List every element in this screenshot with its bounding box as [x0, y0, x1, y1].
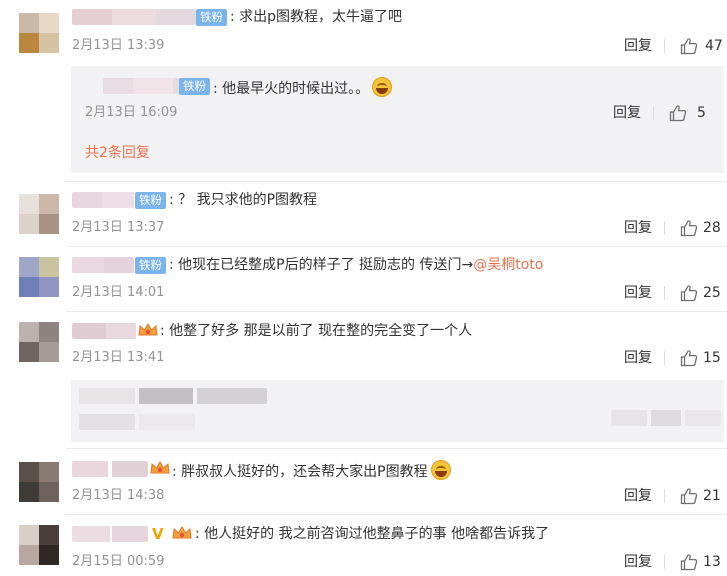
- like-thumb-icon[interactable]: [680, 37, 698, 55]
- comment-text: : 他现在已经整成P后的样子了 挺励志的 传送门→@吴桐toto: [169, 257, 544, 273]
- comment-text: : 他人挺好的 我之前咨询过他整鼻子的事 他啥都告诉我了: [195, 526, 550, 542]
- reply-button[interactable]: 回复: [624, 284, 652, 302]
- comment-time: 2月13日 13:39: [72, 38, 165, 53]
- comment-time: 2月13日 14:38: [72, 488, 165, 503]
- comment-text: : 求出p图教程，太牛逼了吧: [230, 9, 403, 25]
- avatar[interactable]: [19, 462, 59, 502]
- blurred-content: [611, 410, 721, 426]
- divider: [664, 555, 665, 569]
- avatar[interactable]: [19, 322, 59, 362]
- like-count: 28: [703, 220, 721, 236]
- reply-button[interactable]: 回复: [613, 104, 641, 122]
- reply-button[interactable]: 回复: [624, 487, 652, 505]
- reply-button[interactable]: 回复: [624, 37, 652, 55]
- comment-item: 铁粉 : ？ 我只求他的P图教程 2月13日 13:37 回复 28: [0, 182, 727, 245]
- like-count: 13: [703, 554, 721, 570]
- blurred-content: [79, 414, 195, 430]
- comment-item: 铁粉 : 求出p图教程，太牛逼了吧 2月13日 13:39 回复 47 铁粉 :…: [0, 0, 727, 181]
- like-count: 15: [703, 350, 721, 366]
- divider: [664, 221, 665, 235]
- blurred-content: [79, 388, 267, 404]
- like-thumb-icon[interactable]: [669, 104, 687, 122]
- comment-text: : 胖叔叔人挺好的，还会帮大家出P图教程: [172, 460, 451, 481]
- mention-link[interactable]: @吴桐toto: [473, 257, 543, 273]
- username-blurred[interactable]: [72, 257, 134, 273]
- more-replies-link[interactable]: 共2条回复: [85, 144, 150, 162]
- comment-time: 2月15日 00:59: [72, 554, 165, 569]
- divider: [653, 106, 654, 120]
- comment-time: 2月13日 13:37: [72, 220, 165, 235]
- sub-reply-box-blurred: [71, 380, 724, 442]
- like-thumb-icon[interactable]: [680, 349, 698, 367]
- like-thumb-icon[interactable]: [680, 487, 698, 505]
- like-count: 25: [703, 285, 721, 301]
- like-thumb-icon[interactable]: [680, 284, 698, 302]
- avatar[interactable]: [19, 13, 59, 53]
- username-blurred[interactable]: [72, 526, 148, 542]
- fan-crown-icon: [138, 323, 158, 336]
- divider: [664, 286, 665, 300]
- laughing-emoji-icon: [430, 460, 451, 480]
- comment-item: V : 他人挺好的 我之前咨询过他整鼻子的事 他啥都告诉我了 2月15日 00:…: [0, 515, 727, 576]
- reply-button[interactable]: 回复: [624, 553, 652, 571]
- username-blurred[interactable]: [72, 9, 196, 25]
- sub-reply-time: 2月13日 16:09: [85, 105, 178, 120]
- sub-reply-text: : 他最早火的时候出过。。: [213, 77, 393, 98]
- comment-item: : 他整了好多 那是以前了 现在整的完全变了一个人 2月13日 13:41 回复…: [0, 312, 727, 448]
- comment-time: 2月13日 14:01: [72, 285, 165, 300]
- divider: [664, 351, 665, 365]
- username-blurred[interactable]: [72, 192, 134, 208]
- verified-v-icon: V: [152, 525, 164, 543]
- fan-crown-icon: [150, 461, 170, 474]
- laughing-emoji-icon: [372, 77, 393, 97]
- like-thumb-icon[interactable]: [680, 553, 698, 571]
- like-count: 47: [705, 38, 723, 54]
- username-blurred[interactable]: [72, 461, 148, 477]
- avatar[interactable]: [19, 257, 59, 297]
- like-count: 21: [703, 488, 721, 504]
- comment-text: : ？ 我只求他的P图教程: [169, 192, 318, 208]
- avatar[interactable]: [19, 525, 59, 565]
- sub-reply-box: 铁粉 : 他最早火的时候出过。。 2月13日 16:09 回复 5 共2条回复: [71, 66, 724, 173]
- reply-button[interactable]: 回复: [624, 349, 652, 367]
- reply-button[interactable]: 回复: [624, 219, 652, 237]
- fan-badge: 铁粉: [179, 78, 210, 95]
- like-count: 5: [697, 105, 706, 121]
- comment-text: : 他整了好多 那是以前了 现在整的完全变了一个人: [160, 323, 473, 339]
- comment-item: : 胖叔叔人挺好的，还会帮大家出P图教程 2月13日 14:38 回复 21: [0, 449, 727, 514]
- fan-badge: 铁粉: [135, 192, 166, 209]
- comment-item: 铁粉 : 他现在已经整成P后的样子了 挺励志的 传送门→@吴桐toto 2月13…: [0, 247, 727, 311]
- fan-badge: 铁粉: [135, 257, 166, 274]
- avatar[interactable]: [19, 194, 59, 234]
- like-thumb-icon[interactable]: [680, 219, 698, 237]
- comment-time: 2月13日 13:41: [72, 350, 165, 365]
- fan-badge: 铁粉: [196, 9, 227, 26]
- username-blurred[interactable]: [72, 323, 136, 339]
- divider: [664, 39, 665, 53]
- fan-crown-icon: [172, 526, 192, 539]
- divider: [664, 489, 665, 503]
